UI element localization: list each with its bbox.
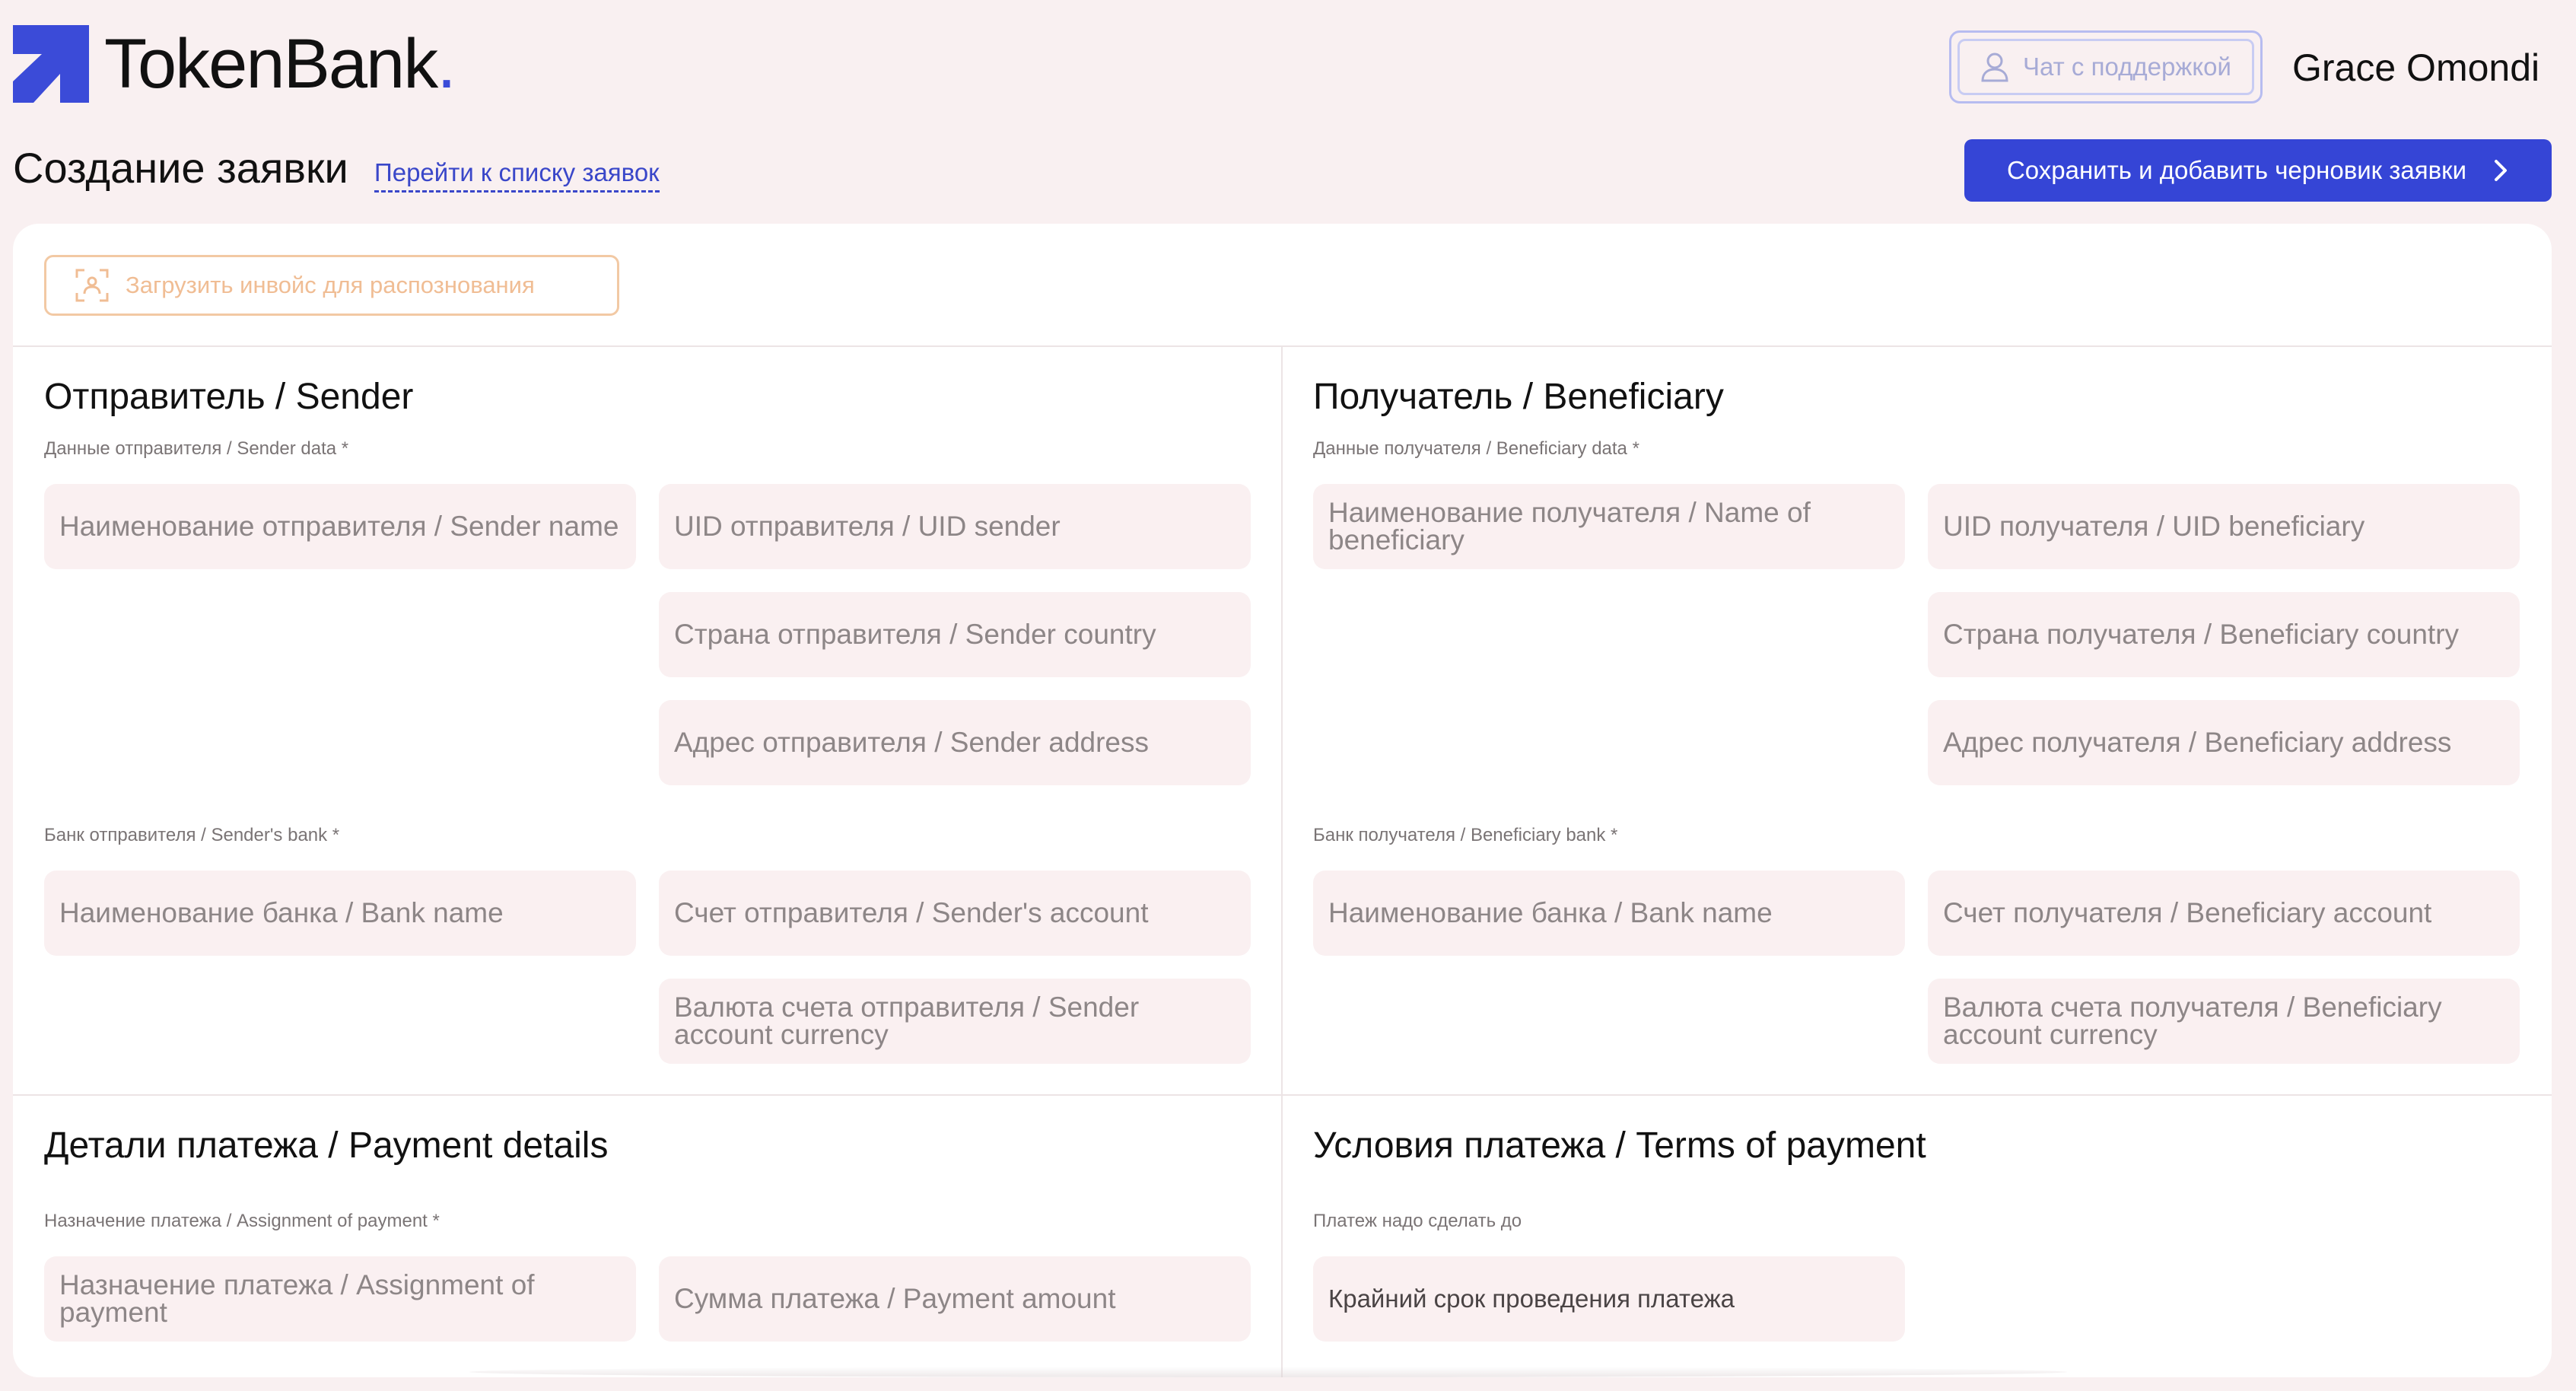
logo[interactable]: TokenBank. xyxy=(13,25,456,103)
upload-invoice-label: Загрузить инвойс для распознования xyxy=(126,272,535,298)
payment-assignment-label: Назначение платежа / Assignment of payme… xyxy=(44,1211,440,1231)
sender-uid-field[interactable]: UID отправителя / UID sender xyxy=(659,484,1251,569)
beneficiary-name-field[interactable]: Наименование получателя / Name of benefi… xyxy=(1313,484,1905,569)
payment-deadline-label: Платеж надо сделать до xyxy=(1313,1211,1522,1231)
payment-amount-field[interactable]: Сумма платежа / Payment amount xyxy=(659,1256,1251,1342)
sender-name-field[interactable]: Наименование отправителя / Sender name xyxy=(44,484,636,569)
requests-list-link[interactable]: Перейти к списку заявок xyxy=(374,158,660,193)
beneficiary-bank-label: Банк получателя / Beneficiary bank * xyxy=(1313,825,1618,845)
beneficiary-bank-name-field[interactable]: Наименование банка / Bank name xyxy=(1313,871,1905,956)
beneficiary-currency-field[interactable]: Валюта счета получателя / Beneficiary ac… xyxy=(1928,979,2520,1064)
payment-assignment-field[interactable]: Назначение платежа / Assignment of payme… xyxy=(44,1256,636,1342)
page-title: Создание заявки xyxy=(13,144,348,192)
chevron-right-icon xyxy=(2495,160,2508,181)
beneficiary-section-title: Получатель / Beneficiary xyxy=(1313,377,1724,417)
user-name[interactable]: Grace Omondi xyxy=(2292,46,2539,90)
sender-bank-label: Банк отправителя / Sender's bank * xyxy=(44,825,340,845)
column-divider xyxy=(1281,345,1283,1377)
sender-account-field[interactable]: Счет отправителя / Sender's account xyxy=(659,871,1251,956)
bottom-shadow xyxy=(469,1367,2067,1377)
sender-section-title: Отправитель / Sender xyxy=(44,377,414,417)
payment-deadline-field[interactable]: Крайний срок проведения платежа xyxy=(1313,1256,1905,1342)
scan-icon xyxy=(75,269,109,302)
save-draft-label: Сохранить и добавить черновик заявки xyxy=(2006,156,2467,184)
logo-text: TokenBank. xyxy=(104,25,456,103)
beneficiary-uid-field[interactable]: UID получателя / UID beneficiary xyxy=(1928,484,2520,569)
sender-bank-name-field[interactable]: Наименование банка / Bank name xyxy=(44,871,636,956)
beneficiary-account-field[interactable]: Счет получателя / Beneficiary account xyxy=(1928,871,2520,956)
beneficiary-address-field[interactable]: Адрес получателя / Beneficiary address xyxy=(1928,700,2520,785)
payment-details-title: Детали платежа / Payment details xyxy=(44,1125,609,1166)
logo-arrow-icon xyxy=(13,25,89,103)
support-chat-button-inner: Чат с поддержкой xyxy=(1957,39,2254,95)
user-icon xyxy=(1981,53,2008,82)
request-form-card: Загрузить инвойс для распознования Отпра… xyxy=(13,224,2552,1377)
save-draft-button[interactable]: Сохранить и добавить черновик заявки xyxy=(1964,139,2552,202)
sender-address-field[interactable]: Адрес отправителя / Sender address xyxy=(659,700,1251,785)
support-chat-button[interactable]: Чат с поддержкой xyxy=(1949,30,2263,103)
beneficiary-data-label: Данные получателя / Beneficiary data * xyxy=(1313,438,1639,459)
beneficiary-country-field[interactable]: Страна получателя / Beneficiary country xyxy=(1928,592,2520,677)
sender-country-field[interactable]: Страна отправителя / Sender country xyxy=(659,592,1251,677)
upload-invoice-button[interactable]: Загрузить инвойс для распознования xyxy=(44,255,619,316)
payment-terms-title: Условия платежа / Terms of payment xyxy=(1313,1125,1926,1166)
support-chat-label: Чат с поддержкой xyxy=(2023,53,2231,81)
sender-data-label: Данные отправителя / Sender data * xyxy=(44,438,349,459)
sender-currency-field[interactable]: Валюта счета отправителя / Sender accoun… xyxy=(659,979,1251,1064)
